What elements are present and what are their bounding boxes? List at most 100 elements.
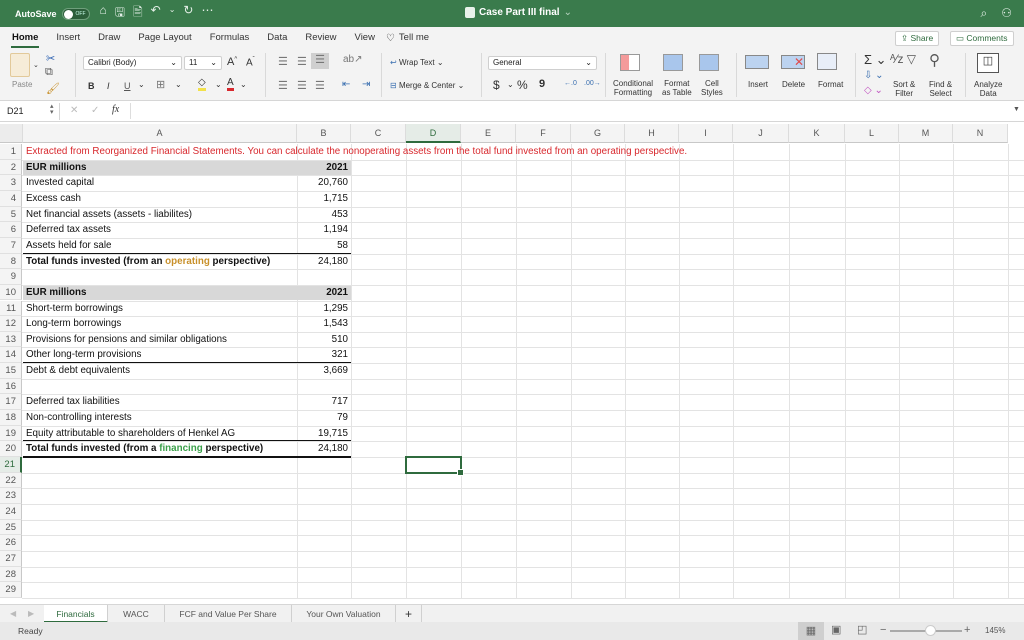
comma-button[interactable]: 9 <box>539 78 545 90</box>
delete-cells-label[interactable]: Delete <box>782 80 805 89</box>
cell-styles-label[interactable]: Cell Styles <box>701 79 723 97</box>
table1-row-value[interactable]: 1,194 <box>297 222 351 238</box>
table1-total-value[interactable]: 24,180 <box>297 254 351 270</box>
column-header-f[interactable]: F <box>516 124 571 143</box>
decrease-decimal-icon[interactable]: .00→ <box>584 80 601 87</box>
format-as-table-icon[interactable] <box>663 54 683 71</box>
column-header-m[interactable]: M <box>899 124 953 143</box>
normal-view-icon[interactable]: ▦ <box>798 622 824 640</box>
expand-formula-bar-icon[interactable]: ▼ <box>1013 106 1020 113</box>
column-header-n[interactable]: N <box>953 124 1008 143</box>
table1-header-label[interactable]: EUR millions <box>23 160 293 176</box>
table2-row-label[interactable]: Long-term borrowings <box>23 316 293 332</box>
scroll-tabs-left-icon[interactable]: ◀ <box>10 609 16 618</box>
selected-cell-d21[interactable] <box>405 456 464 476</box>
row-header-4[interactable]: 4 <box>0 190 22 207</box>
row-header-22[interactable]: 22 <box>0 472 22 489</box>
column-header-c[interactable]: C <box>351 124 406 143</box>
page-layout-view-icon[interactable]: ▣ <box>831 623 841 636</box>
row-header-26[interactable]: 26 <box>0 535 22 551</box>
fill-color-icon[interactable]: ◇ <box>198 77 206 91</box>
table2-row-value[interactable]: 79 <box>297 410 351 426</box>
undo-dropdown-icon[interactable]: ⌄ <box>169 3 176 24</box>
row-header-16[interactable]: 16 <box>0 378 22 395</box>
analyze-data-icon[interactable]: ◫ <box>977 53 999 73</box>
row-header-27[interactable]: 27 <box>0 550 22 567</box>
table2-row-label[interactable]: Other long-term provisions <box>23 347 293 363</box>
table1-row-value[interactable]: 20,760 <box>297 175 351 191</box>
delete-cells-icon[interactable]: ✕ <box>781 55 805 69</box>
table1-row-value[interactable]: 453 <box>297 207 351 223</box>
column-header-i[interactable]: I <box>679 124 733 143</box>
percent-button[interactable]: % <box>517 78 528 92</box>
row-header-8[interactable]: 8 <box>0 253 22 270</box>
align-center-icon[interactable]: ☰ <box>297 79 307 92</box>
find-select-label[interactable]: Find & Select <box>929 80 952 98</box>
column-header-a[interactable]: A <box>23 124 297 143</box>
column-header-h[interactable]: H <box>625 124 679 143</box>
table2-row-label[interactable]: Deferred tax liabilities <box>23 394 293 410</box>
increase-font-icon[interactable]: A^ <box>227 56 237 68</box>
paste-label[interactable]: Paste <box>12 80 32 89</box>
format-painter-icon[interactable]: 🖌 <box>46 82 60 95</box>
borders-dropdown-icon[interactable]: ⌄ <box>175 80 182 89</box>
table1-header-year[interactable]: 2021 <box>297 160 351 176</box>
cut-icon[interactable]: ✂ <box>46 52 55 65</box>
align-top-icon[interactable]: ☰ <box>278 55 288 68</box>
currency-button[interactable]: $ <box>493 78 500 92</box>
insert-cells-label[interactable]: Insert <box>748 80 768 89</box>
sheet-tab-fcf[interactable]: FCF and Value Per Share <box>165 605 292 623</box>
autosum-icon[interactable]: Σ ⌄ <box>864 52 887 68</box>
row-header-28[interactable]: 28 <box>0 566 22 583</box>
align-left-icon[interactable]: ☰ <box>278 79 288 92</box>
analyze-data-label[interactable]: Analyze Data <box>974 80 1002 98</box>
underline-dropdown-icon[interactable]: ⌄ <box>138 80 145 89</box>
row-header-9[interactable]: 9 <box>0 269 22 285</box>
name-box-stepper-icon[interactable]: ▴ ▾ <box>50 103 54 116</box>
format-cells-icon[interactable] <box>817 53 837 70</box>
page-break-view-icon[interactable]: ◰ <box>857 623 867 636</box>
align-middle-icon[interactable]: ☰ <box>297 55 307 68</box>
font-color-dropdown-icon[interactable]: ⌄ <box>240 80 247 89</box>
cell-styles-icon[interactable] <box>699 54 719 71</box>
add-sheet-button[interactable]: + <box>396 605 422 623</box>
enter-icon[interactable]: ✓ <box>91 105 99 116</box>
clear-icon[interactable]: ◇ ⌄ <box>864 85 883 96</box>
table2-row-value[interactable]: 3,669 <box>297 363 351 379</box>
table2-row-value[interactable]: 510 <box>297 332 351 348</box>
table1-row-label[interactable]: Excess cash <box>23 191 293 207</box>
column-header-j[interactable]: J <box>733 124 789 143</box>
conditional-formatting-icon[interactable] <box>620 54 640 71</box>
column-header-d[interactable]: D <box>406 124 461 143</box>
cancel-icon[interactable]: ✕ <box>70 105 78 116</box>
column-header-l[interactable]: L <box>845 124 899 143</box>
font-color-icon[interactable]: A <box>227 77 234 91</box>
table2-row-value[interactable]: 19,715 <box>297 426 351 442</box>
search-icon[interactable]: ⌕ <box>981 6 988 21</box>
orientation-icon[interactable]: ab↗ <box>343 54 363 65</box>
tab-data[interactable]: Data <box>258 27 296 49</box>
row-header-5[interactable]: 5 <box>0 206 22 223</box>
save-icon[interactable]: 🖫 <box>115 3 125 24</box>
paste-icon[interactable] <box>10 53 30 77</box>
tab-insert[interactable]: Insert <box>47 27 89 49</box>
italic-button[interactable]: I <box>107 81 110 91</box>
row-header-20[interactable]: 20 <box>0 441 22 457</box>
sheet-tab-your-own-valuation[interactable]: Your Own Valuation <box>292 605 396 623</box>
currency-dropdown-icon[interactable]: ⌄ <box>507 80 514 89</box>
note-cell[interactable]: Extracted from Reorganized Financial Sta… <box>23 144 690 160</box>
table1-row-label[interactable]: Assets held for sale <box>23 238 293 254</box>
select-all-corner[interactable] <box>0 124 23 143</box>
table2-row-value[interactable]: 1,543 <box>297 316 351 332</box>
save-as-icon[interactable]: 🖹 <box>133 3 143 24</box>
number-format-select[interactable]: General ⌄ <box>488 56 597 70</box>
table2-row-label[interactable]: Non-controlling interests <box>23 410 293 426</box>
row-header-10[interactable]: 10 <box>0 284 22 301</box>
document-title[interactable]: Case Part III final ⌄ <box>465 7 572 18</box>
copy-icon[interactable]: ⧉ <box>45 66 53 79</box>
table2-row-label[interactable]: Debt & debt equivalents <box>23 363 293 379</box>
table2-row-value[interactable]: 1,295 <box>297 301 351 317</box>
row-header-23[interactable]: 23 <box>0 488 22 504</box>
tab-view[interactable]: View <box>346 27 384 49</box>
zoom-slider-handle[interactable] <box>925 625 936 636</box>
